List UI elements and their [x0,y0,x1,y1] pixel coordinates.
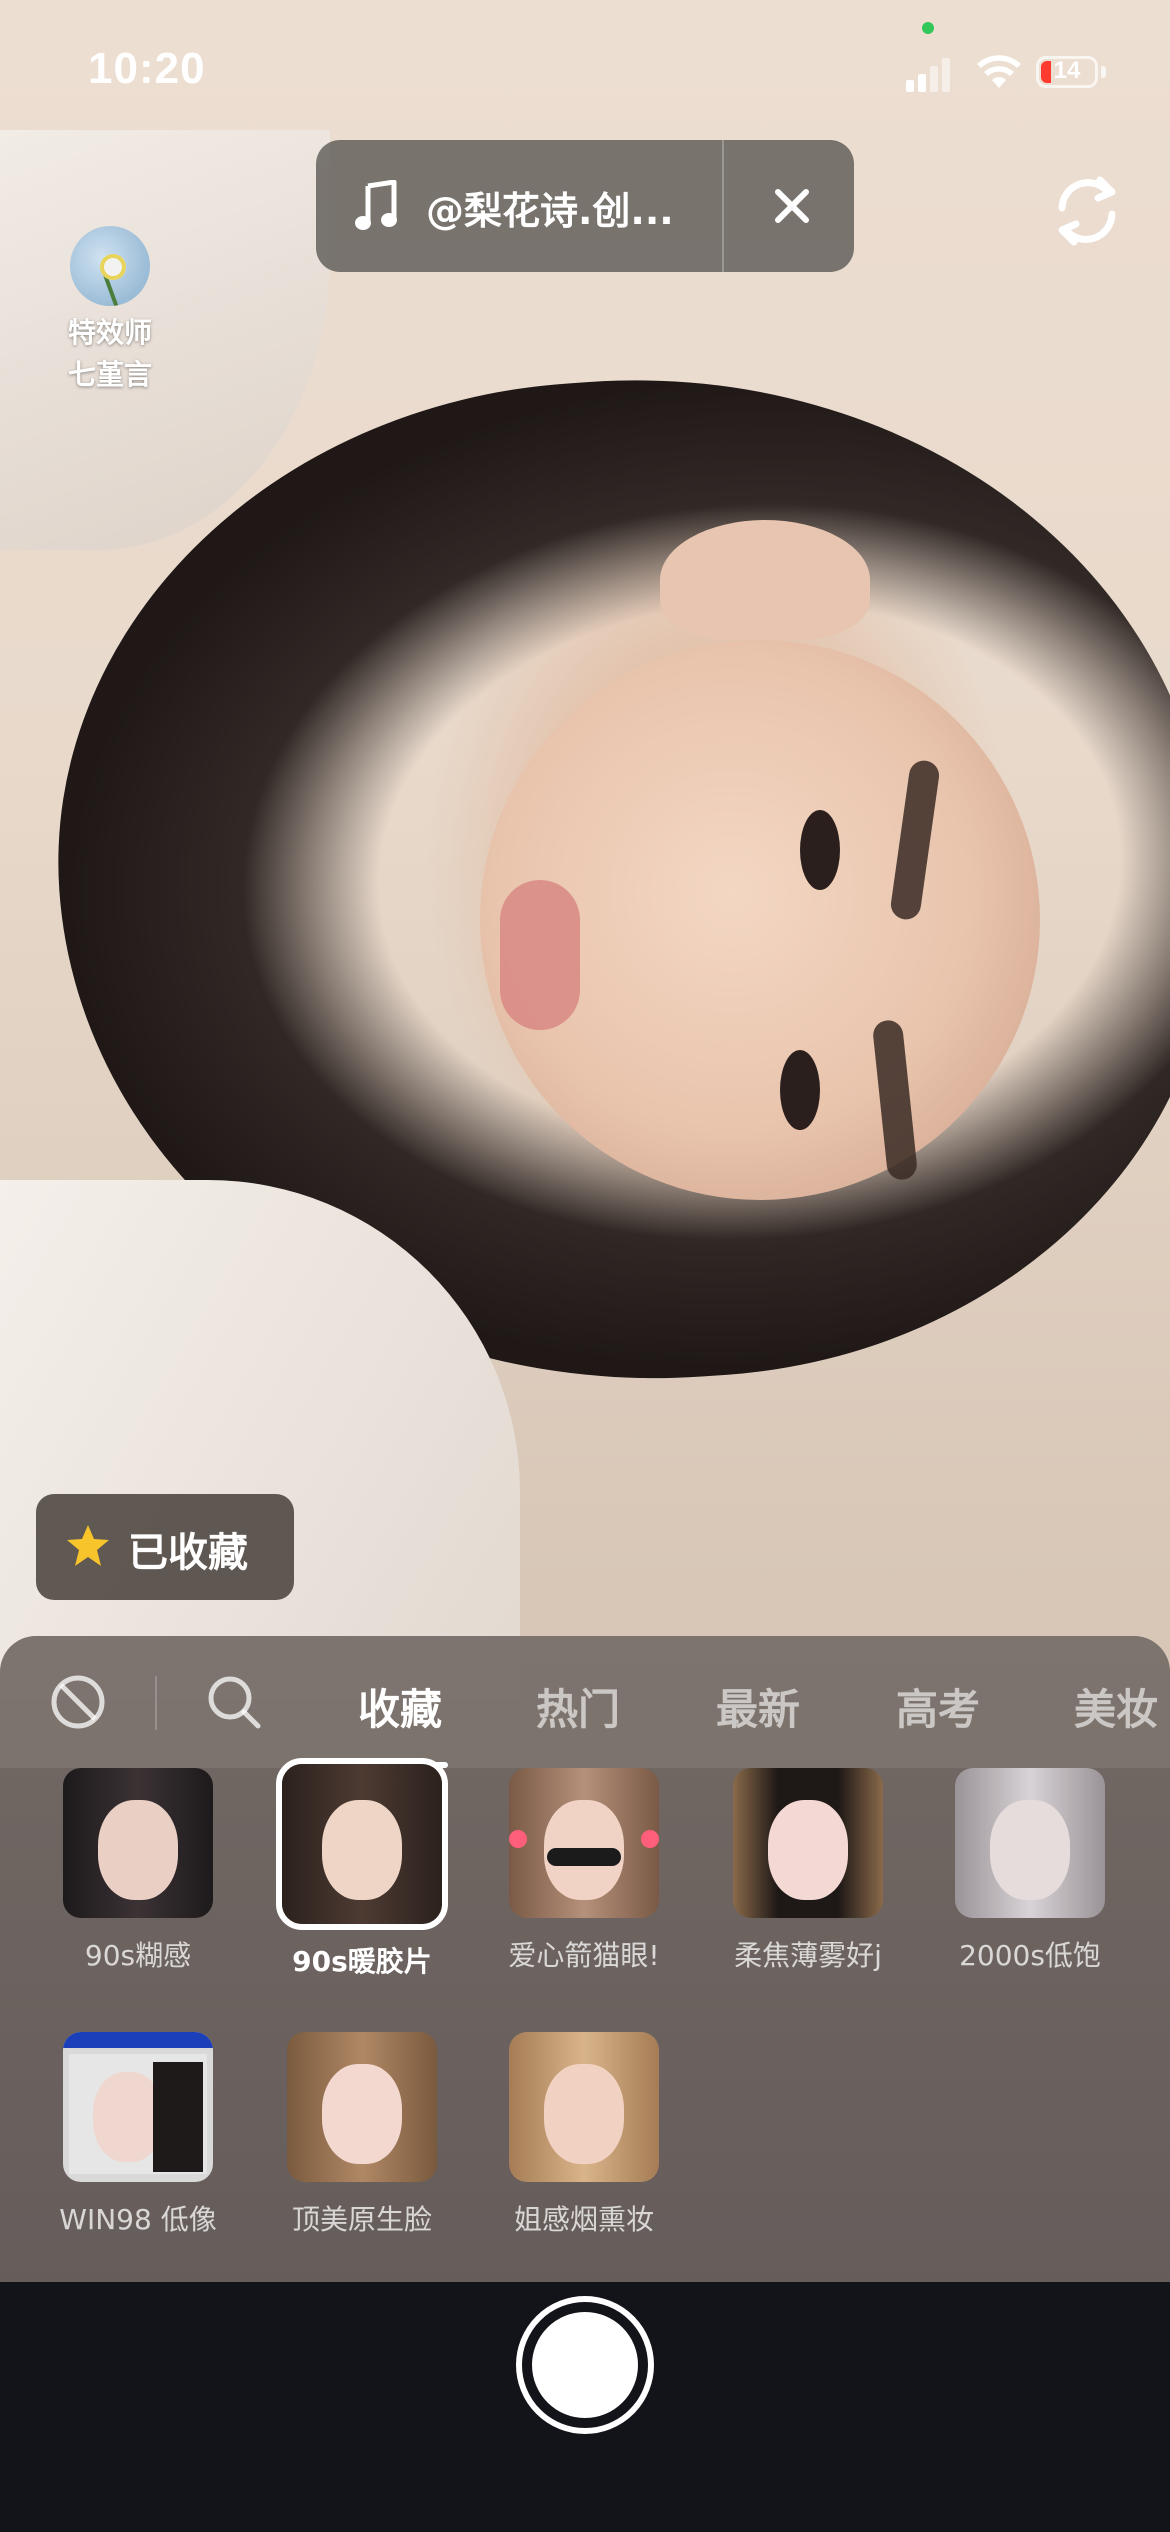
effect-item[interactable]: 顶美原生脸 [276,2032,448,2238]
wifi-icon [977,55,1021,88]
creator-name: 七堇言 [67,358,152,391]
effect-label: 90s暖胶片 [292,1945,432,1978]
effect-label: WIN98 低像 [59,2203,217,2236]
effect-label: 90s糊感 [84,1939,192,1972]
divider [722,140,724,272]
effect-category-tabs: 收藏 热门 最新 高考 美妆 [0,1636,1170,1768]
effect-label: 爱心箭猫眼! [508,1939,660,1972]
lips [500,880,580,1030]
effect-thumbnail [276,1758,448,1930]
effect-label: 2000s低饱 [959,1939,1101,1972]
effect-thumbnail [63,2032,213,2182]
eye [800,810,840,890]
effect-label: 柔焦薄雾好j [734,1939,882,1972]
effects-grid: 90s糊感 90s暖胶片 爱心箭猫眼! 柔焦薄雾好j 2000s低饱 WIN98… [0,1758,1170,2284]
flip-camera-icon[interactable] [1044,168,1130,254]
battery-cap [1101,66,1106,78]
effect-item-selected[interactable]: 90s暖胶片 [276,1758,448,1980]
battery-level: 14 [1053,57,1081,84]
cellular-signal-icon [906,58,950,92]
music-title: @梨花诗.创... [426,189,674,233]
music-note-icon [355,180,397,230]
status-bar: 10:20 14 [0,0,1170,140]
tab-newest[interactable]: 最新 [716,1676,800,1737]
search-icon[interactable] [206,1674,262,1730]
battery-icon: 14 [1036,56,1098,88]
effect-label: 姐感烟熏妆 [513,2203,654,2236]
effect-thumbnail [733,1768,883,1918]
divider [155,1676,157,1730]
tab-favorites[interactable]: 收藏 [358,1676,442,1737]
avatar[interactable] [70,226,150,306]
effect-creator[interactable]: 特效师 七堇言 [58,226,162,396]
status-time: 10:20 [88,44,206,93]
effect-thumbnail [509,1768,659,1918]
effects-panel: 收藏 热门 最新 高考 美妆 90s糊感 90s暖胶片 爱心箭猫眼! 柔焦薄雾好… [0,1636,1170,2284]
effect-item[interactable]: 姐感烟熏妆 [498,2032,670,2238]
tab-makeup[interactable]: 美妆 [1074,1676,1158,1737]
shutter-button[interactable] [516,2296,654,2434]
eye [780,1050,820,1130]
tab-popular[interactable]: 热门 [536,1676,620,1737]
effect-item[interactable]: 柔焦薄雾好j [722,1768,894,1974]
music-selector[interactable]: @梨花诗.创... [316,140,854,272]
effect-item[interactable]: 90s糊感 [52,1768,224,1974]
effect-thumbnail [955,1768,1105,1918]
close-icon[interactable] [756,170,828,242]
effect-thumbnail [287,2032,437,2182]
effect-thumbnail [509,2032,659,2182]
favorite-button[interactable]: 已收藏 [36,1494,294,1600]
star-icon [67,1525,109,1566]
effect-thumbnail [63,1768,213,1918]
effect-item[interactable]: 2000s低饱 [944,1768,1116,1974]
effect-item[interactable]: WIN98 低像 [52,2032,224,2238]
creator-title: 特效师 [67,316,152,349]
camera-in-use-indicator [922,22,934,34]
ear [660,520,870,640]
no-effect-icon[interactable] [50,1674,106,1730]
effect-item[interactable]: 爱心箭猫眼! [498,1768,670,1974]
effect-label: 顶美原生脸 [291,2203,432,2236]
favorite-label: 已收藏 [128,1530,248,1576]
tab-gaokao[interactable]: 高考 [896,1676,980,1737]
shutter-inner [532,2312,638,2418]
